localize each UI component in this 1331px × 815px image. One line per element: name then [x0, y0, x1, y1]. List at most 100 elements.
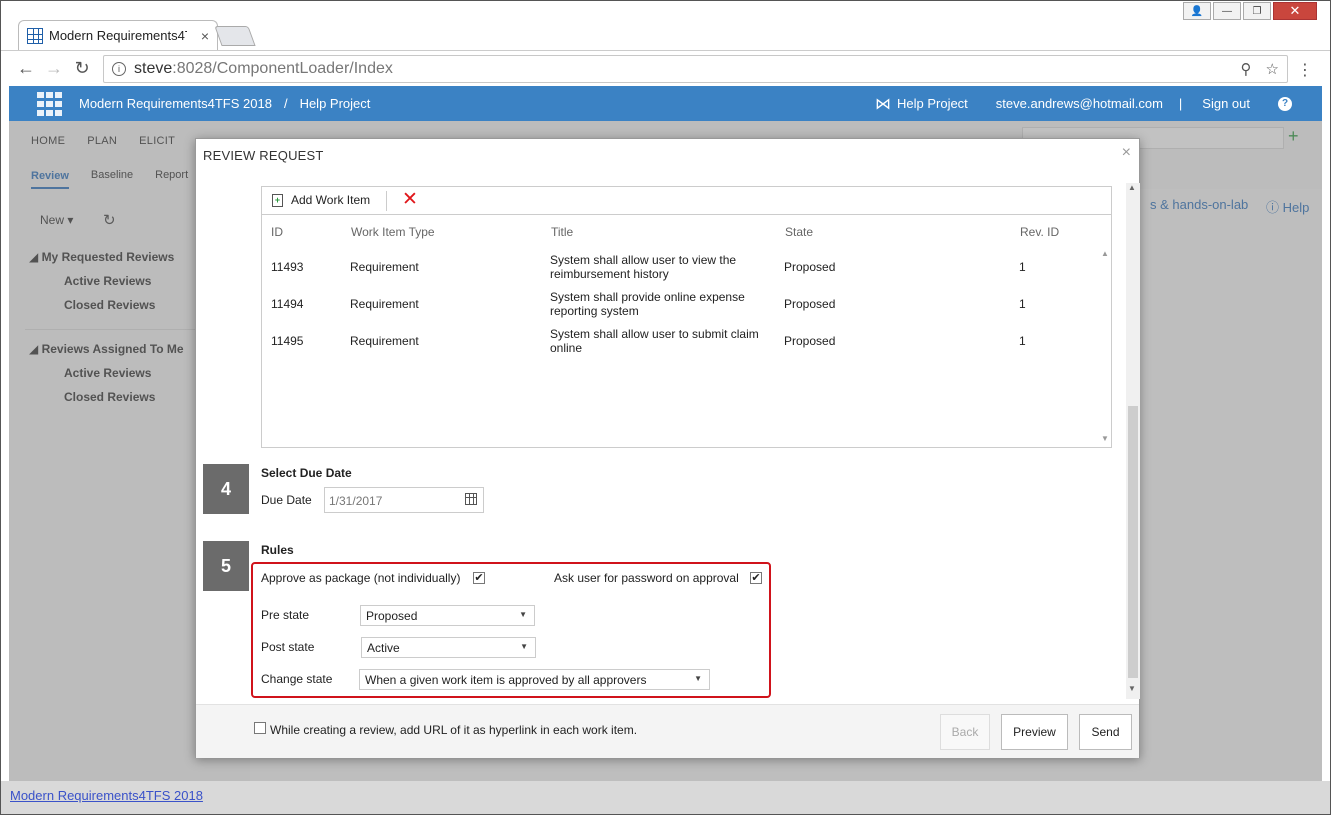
work-items-toolbar: + Add Work Item ✕: [262, 187, 1111, 215]
column-title[interactable]: Title: [551, 225, 573, 239]
dialog-scroll-down-icon[interactable]: ▼: [1128, 684, 1136, 693]
due-date-value: 1/31/2017: [329, 494, 383, 508]
add-work-item-button[interactable]: + Add Work Item: [272, 193, 370, 207]
cell-id: 11495: [271, 334, 304, 348]
dialog-body: + Add Work Item ✕ ID Work Item Type Titl…: [196, 167, 1141, 704]
cell-type: Requirement: [350, 260, 419, 274]
help-icon[interactable]: ?: [1278, 96, 1292, 111]
address-bar-row: ← → ↻ i steve:8028/ComponentLoader/Index…: [0, 50, 1331, 86]
back-arrow-icon[interactable]: ←: [12, 58, 40, 79]
user-email: steve.andrews@hotmail.com: [995, 96, 1163, 111]
cell-title: System shall allow user to view the reim…: [550, 253, 737, 281]
table-row[interactable]: 11493 Requirement System shall allow use…: [262, 252, 1092, 282]
browser-menu-icon[interactable]: ⋮: [1297, 60, 1313, 80]
app-header: Modern Requirements4TFS 2018 / Help Proj…: [9, 86, 1322, 121]
pre-state-label: Pre state: [261, 608, 310, 622]
project-link[interactable]: Help Project: [897, 96, 968, 111]
cell-state: Proposed: [784, 260, 836, 274]
toolbar-separator: [386, 191, 387, 211]
dialog-scroll-up-icon[interactable]: ▲: [1128, 183, 1136, 192]
column-id[interactable]: ID: [271, 225, 283, 239]
delete-icon[interactable]: ✕: [402, 188, 418, 211]
dialog-title: REVIEW REQUEST: [203, 148, 324, 163]
cell-state: Proposed: [784, 297, 836, 311]
preview-button[interactable]: Preview: [1001, 714, 1068, 750]
column-rev-id[interactable]: Rev. ID: [1020, 225, 1059, 239]
browser-tab[interactable]: Modern Requirements4T ×: [18, 20, 218, 50]
cell-rev: 1: [1019, 334, 1026, 348]
approve-as-package-checkbox[interactable]: ✔: [473, 572, 485, 584]
window-close-icon[interactable]: ✕: [1273, 2, 1317, 20]
dialog-scroll-thumb[interactable]: [1128, 406, 1138, 678]
sign-out-link[interactable]: Sign out: [1202, 96, 1250, 111]
cell-rev: 1: [1019, 297, 1026, 311]
cell-id: 11493: [271, 260, 304, 274]
ask-password-checkbox[interactable]: ✔: [750, 572, 762, 584]
grid-scroll-up-icon[interactable]: ▲: [1101, 249, 1109, 258]
footer-link[interactable]: Modern Requirements4TFS 2018: [10, 788, 203, 803]
visual-studio-icon: ⋈: [874, 95, 891, 113]
add-work-item-label: Add Work Item: [291, 193, 371, 207]
post-state-select[interactable]: Active ▼: [361, 637, 536, 658]
step-5-badge: 5: [203, 541, 249, 591]
approve-as-package-label: Approve as package (not individually): [261, 571, 461, 585]
table-row[interactable]: 11495 Requirement System shall allow use…: [262, 326, 1092, 356]
post-state-label: Post state: [261, 640, 315, 654]
cell-title: System shall provide online expense repo…: [550, 290, 745, 318]
project-name[interactable]: Help Project: [300, 96, 371, 111]
step-4-badge: 4: [203, 464, 249, 514]
change-state-value: When a given work item is approved by al…: [365, 673, 647, 687]
url-host: steve: [134, 60, 173, 77]
rules-section-title: Rules: [261, 543, 294, 557]
table-row[interactable]: 11494 Requirement System shall provide o…: [262, 289, 1092, 319]
dialog-footer: While creating a review, add URL of it a…: [196, 704, 1139, 758]
browser-titlebar: Modern Requirements4T × 👤 — ❐ ✕: [0, 0, 1331, 50]
site-info-icon[interactable]: i: [112, 62, 126, 76]
window-controls: 👤 — ❐ ✕: [1183, 2, 1317, 20]
url-path: :8028/ComponentLoader/Index: [172, 60, 393, 77]
change-state-select[interactable]: When a given work item is approved by al…: [359, 669, 710, 690]
grid-header: ID Work Item Type Title State Rev. ID: [262, 225, 1111, 245]
ask-password-label: Ask user for password on approval: [554, 571, 739, 585]
header-divider: |: [1178, 96, 1183, 111]
url-input[interactable]: i steve:8028/ComponentLoader/Index ⚲ ☆: [103, 55, 1288, 83]
profile-icon[interactable]: 👤: [1183, 2, 1211, 20]
work-items-panel: + Add Work Item ✕ ID Work Item Type Titl…: [261, 186, 1112, 448]
cell-rev: 1: [1019, 260, 1026, 274]
cell-id: 11494: [271, 297, 304, 311]
calendar-icon[interactable]: [465, 493, 477, 505]
maximize-icon[interactable]: ❐: [1243, 2, 1271, 20]
due-date-input[interactable]: 1/31/2017: [324, 487, 484, 513]
minimize-icon[interactable]: —: [1213, 2, 1241, 20]
tab-close-icon[interactable]: ×: [201, 28, 209, 44]
column-work-item-type[interactable]: Work Item Type: [351, 225, 435, 239]
pre-state-select[interactable]: Proposed ▼: [360, 605, 535, 626]
chevron-down-icon: ▼: [519, 610, 527, 619]
reload-icon[interactable]: ↻: [68, 58, 96, 79]
breadcrumb-separator: /: [283, 96, 288, 111]
bookmark-star-icon[interactable]: ☆: [1266, 60, 1279, 78]
add-hyperlink-checkbox[interactable]: [254, 722, 266, 734]
cell-state: Proposed: [784, 334, 836, 348]
tab-title: Modern Requirements4T: [49, 28, 187, 43]
add-hyperlink-label: While creating a review, add URL of it a…: [270, 723, 638, 737]
app-grid-logo-icon[interactable]: [37, 91, 63, 116]
grid-scroll-down-icon[interactable]: ▼: [1101, 434, 1109, 443]
column-state[interactable]: State: [785, 225, 813, 239]
cell-title: System shall allow user to submit claim …: [550, 327, 759, 355]
new-tab-button[interactable]: [214, 26, 256, 46]
dialog-close-icon[interactable]: ×: [1122, 144, 1131, 162]
grid-scrollbar[interactable]: ▲ ▼: [1099, 245, 1111, 445]
app-favicon-icon: [27, 27, 43, 44]
due-date-label: Due Date: [261, 493, 312, 507]
review-request-dialog: REVIEW REQUEST × + Add Work Item ✕ ID Wo…: [195, 138, 1140, 758]
due-date-section-title: Select Due Date: [261, 466, 352, 480]
forward-arrow-icon[interactable]: →: [40, 58, 68, 79]
app-name[interactable]: Modern Requirements4TFS 2018: [79, 96, 272, 111]
back-button[interactable]: Back: [940, 714, 990, 750]
send-button[interactable]: Send: [1079, 714, 1132, 750]
change-state-label: Change state: [261, 672, 333, 686]
add-document-icon: +: [272, 193, 283, 207]
post-state-value: Active: [367, 641, 400, 655]
pin-icon[interactable]: ⚲: [1241, 60, 1252, 78]
